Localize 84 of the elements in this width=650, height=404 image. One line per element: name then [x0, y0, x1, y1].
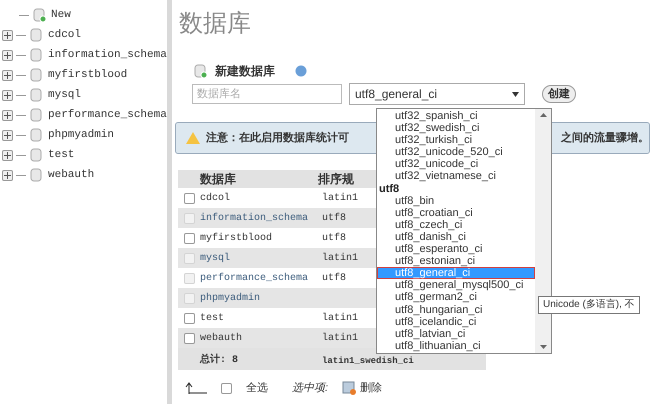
tooltip: Unicode (多语言), 不 — [538, 296, 640, 314]
scroll-up-icon[interactable] — [540, 113, 546, 117]
scroll-down-icon[interactable] — [540, 345, 546, 349]
database-link[interactable]: New — [51, 6, 71, 24]
delete-icon — [342, 381, 356, 396]
collation-cell-text: utf8 — [322, 272, 346, 286]
expand-icon[interactable] — [2, 150, 13, 160]
dropdown-option[interactable]: utf8_general_mysql500_ci — [377, 279, 535, 292]
dropdown-option[interactable]: utf8_hungarian_ci — [377, 304, 535, 316]
database-link[interactable]: test — [48, 146, 74, 164]
notice-text: 之间的流量骤增。 — [561, 130, 649, 146]
dropdown-option[interactable]: utf32_spanish_ci — [377, 110, 535, 122]
new-database-icon — [193, 64, 207, 78]
dropdown-option[interactable]: utf8_bin — [377, 194, 535, 207]
database-name[interactable]: webauth — [200, 330, 318, 346]
dropdown-option[interactable]: utf32_swedish_ci — [377, 122, 535, 134]
dropdown-option[interactable]: utf8_lithuanian_ci — [377, 340, 535, 352]
option-group-label: utf8 — [378, 182, 400, 195]
warning-icon — [186, 132, 200, 144]
new-database-icon — [32, 8, 46, 22]
database-link[interactable]: cdcol — [48, 26, 82, 44]
database-icon — [29, 88, 43, 102]
database-name-field[interactable]: 数据库名 — [192, 84, 342, 104]
row-checkbox[interactable] — [184, 232, 194, 244]
expand-icon[interactable] — [2, 170, 13, 180]
dropdown-option[interactable]: utf8_german2_ci — [377, 291, 535, 304]
database-icon — [29, 28, 43, 42]
dropdown-option[interactable]: utf32_unicode_ci — [377, 158, 535, 170]
row-checkbox[interactable] — [184, 332, 194, 344]
column-header[interactable]: 排序规 — [318, 170, 354, 188]
column-header[interactable]: 数据库 — [200, 170, 318, 188]
collation-cell-text: latin1 — [322, 252, 358, 266]
database-link[interactable]: myfirstblood — [48, 66, 128, 84]
create-button[interactable]: 创建 — [542, 85, 576, 103]
page-title: 数据库 — [179, 12, 252, 36]
collation-cell-text: latin1_swedish_ci — [322, 354, 414, 368]
section-title: 新建数据库 — [215, 63, 275, 80]
dropdown-option[interactable]: utf8_croatian_ci — [377, 206, 535, 219]
collation-cell-text: utf8 — [322, 232, 346, 246]
database-icon — [29, 108, 43, 122]
database-link[interactable]: performance_schema — [48, 106, 167, 124]
expand-icon[interactable] — [2, 30, 13, 40]
database-name[interactable]: test — [200, 310, 318, 326]
collation-cell-text: latin1 — [322, 332, 358, 346]
dropdown-option[interactable]: utf8_estonian_ci — [377, 255, 535, 268]
collation-cell-text: utf8 — [322, 212, 346, 226]
select-all-label[interactable]: 全选 — [246, 380, 268, 396]
collation-cell-text: latin1 — [322, 192, 358, 206]
database-name[interactable]: myfirstblood — [200, 230, 318, 246]
expand-icon[interactable] — [2, 110, 13, 120]
dropdown-option[interactable]: utf8_danish_ci — [377, 230, 535, 244]
dropdown-option[interactable]: utf8_latvian_ci — [377, 328, 535, 340]
arrow-icon — [185, 382, 207, 394]
total-count: 总计: 8 — [200, 353, 240, 368]
database-link[interactable]: webauth — [48, 166, 94, 184]
expand-icon[interactable] — [2, 50, 13, 60]
database-link[interactable]: information_schema — [48, 46, 167, 64]
expand-icon[interactable] — [2, 130, 13, 140]
expand-icon[interactable] — [2, 90, 13, 100]
row-checkbox[interactable] — [184, 312, 194, 324]
database-icon — [29, 48, 43, 62]
database-icon — [29, 148, 43, 162]
dropdown-option[interactable]: utf8_icelandic_ci — [377, 316, 535, 328]
dropdown-option[interactable]: utf32_unicode_520_ci — [377, 146, 535, 158]
caret-icon — [512, 92, 519, 96]
dropdown-option[interactable]: utf8_czech_ci — [377, 218, 535, 231]
delete-link[interactable]: 删除 — [360, 380, 382, 396]
database-icon — [29, 68, 43, 82]
row-checkbox[interactable] — [184, 192, 194, 204]
database-link[interactable]: mysql — [48, 86, 82, 104]
notice-text: 注意：在此启用数据库统计可 — [206, 130, 349, 146]
with-selected-label: 选中项: — [292, 381, 328, 396]
database-name[interactable]: cdcol — [200, 190, 318, 206]
help-icon[interactable] — [295, 65, 307, 77]
select-all-checkbox[interactable] — [221, 382, 232, 394]
expand-icon[interactable] — [2, 70, 13, 80]
collation-cell-text: latin1 — [322, 312, 358, 326]
dropdown-option[interactable]: utf8_esperanto_ci — [377, 243, 535, 256]
database-link[interactable]: phpmyadmin — [48, 126, 114, 144]
dropdown-option[interactable]: utf32_turkish_ci — [377, 134, 535, 146]
dropdown-option[interactable]: utf32_vietnamese_ci — [377, 170, 535, 183]
database-icon — [29, 168, 43, 182]
collation-select[interactable]: utf8_general_ci — [349, 83, 525, 105]
database-icon — [29, 128, 43, 142]
